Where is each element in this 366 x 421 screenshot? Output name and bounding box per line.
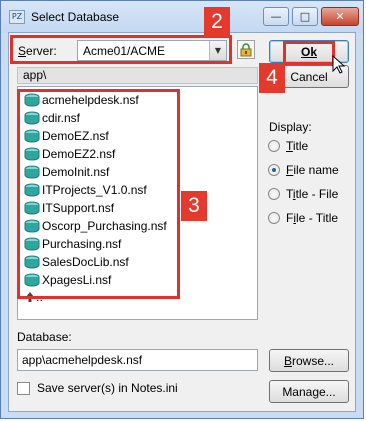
select-database-dialog: PZ Select Database — □ ✕ Server: Acme01/… [0, 0, 364, 419]
title-bar[interactable]: PZ Select Database — □ ✕ [1, 1, 363, 33]
manage-label: Manage... [282, 384, 336, 399]
annotation-badge-2: 2 [204, 7, 230, 37]
save-servers-checkbox[interactable] [17, 382, 30, 395]
radio-button[interactable] [268, 212, 280, 224]
radio-title[interactable]: Title [268, 137, 308, 155]
annotation-box-list [17, 89, 180, 299]
radio-button[interactable] [268, 188, 280, 200]
radio-button[interactable] [268, 164, 280, 176]
annotation-badge-4: 4 [259, 63, 285, 93]
display-label: Display: [269, 120, 312, 134]
mouse-pointer-icon [332, 55, 346, 74]
database-field[interactable]: app\acmehelpdesk.nsf [17, 349, 258, 371]
save-servers-label: Save server(s) in Notes.ini [37, 381, 178, 395]
radio-label: File - Title [286, 211, 339, 225]
manage-button[interactable]: Manage... [269, 380, 349, 403]
notes-app-icon: PZ [9, 10, 25, 24]
radio-title-file[interactable]: Title - File [268, 185, 338, 203]
radio-file-title[interactable]: File - Title [268, 209, 338, 227]
radio-label: File name [286, 163, 339, 177]
browse-label: Browse... [283, 353, 335, 368]
close-button[interactable]: ✕ [321, 7, 359, 26]
annotation-badge-3: 3 [181, 191, 207, 221]
current-path: app\ [17, 67, 258, 84]
annotation-box-server [10, 35, 232, 64]
radio-file-name[interactable]: File name [268, 161, 339, 179]
minimize-button[interactable]: — [263, 7, 289, 26]
database-label: Database: [17, 330, 72, 344]
server-lock-icon[interactable] [237, 40, 255, 59]
window-title: Select Database [31, 10, 120, 24]
cancel-label: Cancel [290, 69, 328, 84]
browse-button[interactable]: Browse... [269, 349, 349, 372]
radio-label: Title - File [286, 187, 339, 201]
radio-button[interactable] [268, 140, 280, 152]
annotation-box-ok [283, 41, 335, 65]
radio-label: Title [286, 139, 309, 153]
maximize-button[interactable]: □ [292, 7, 318, 26]
